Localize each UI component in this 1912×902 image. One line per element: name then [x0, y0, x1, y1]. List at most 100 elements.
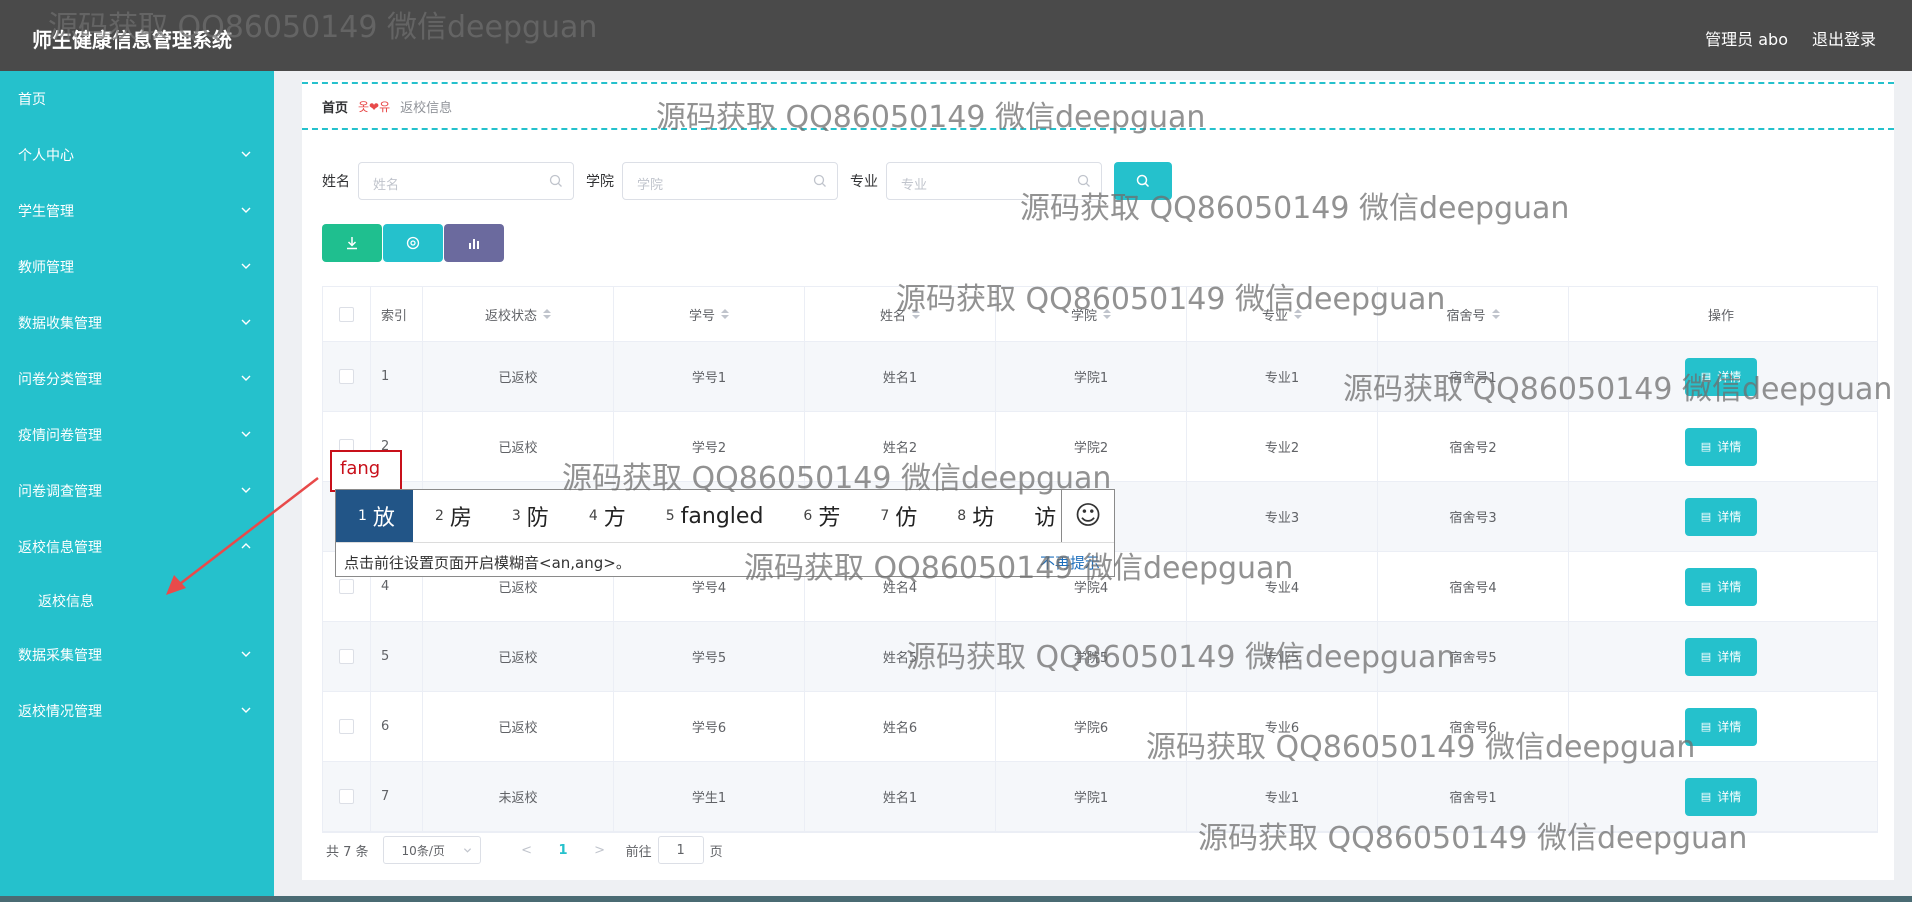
ime-candidate[interactable]: 2房: [413, 490, 490, 542]
header-sid-label: 学号: [688, 308, 715, 324]
page-size-value: 10条/页: [401, 843, 445, 858]
name-placeholder: 姓名: [373, 178, 400, 193]
download-button[interactable]: [322, 224, 382, 262]
sidebar-item-label: 首页: [18, 92, 46, 108]
name-input[interactable]: 姓名: [358, 162, 574, 200]
sort-icon: [1491, 309, 1500, 319]
cell-college: 学院1: [996, 342, 1187, 411]
user-label[interactable]: 管理员 abo: [1705, 26, 1788, 50]
document-icon: ▤: [1700, 650, 1712, 663]
ime-candidate-number: 3: [511, 508, 521, 524]
pagination: 共 7 条 10条/页 < 1 > 前往 1 页: [326, 836, 723, 864]
download-icon: [347, 237, 357, 250]
logout-link[interactable]: 退出登录: [1812, 26, 1876, 50]
search-icon: [813, 174, 826, 187]
ime-candidate-text: 仿: [895, 506, 918, 531]
sidebar-item[interactable]: 数据收集管理: [0, 295, 274, 351]
ime-candidate-text: 放: [372, 506, 395, 531]
cell-name: 姓名6: [805, 692, 996, 761]
header-status[interactable]: 返校状态: [423, 287, 614, 341]
college-label: 学院: [586, 174, 614, 190]
next-page-button[interactable]: >: [588, 843, 612, 858]
sidebar-item-label: 教师管理: [18, 260, 74, 276]
ime-candidate[interactable]: 3防: [490, 490, 567, 542]
sidebar-item[interactable]: 个人中心: [0, 127, 274, 183]
sidebar-item[interactable]: 问卷分类管理: [0, 351, 274, 407]
detail-button[interactable]: ▤ 详情: [1685, 707, 1757, 746]
cell-dorm: 宿舍号4: [1378, 552, 1569, 621]
watermark: 源码获取 QQ86050149 微信deepguan: [48, 10, 598, 45]
cell-sid: 学号6: [614, 692, 805, 761]
cell-operation: ▤ 详情: [1569, 412, 1873, 481]
cell-sid: 学号5: [614, 622, 805, 691]
ime-candidate-text: 方: [603, 506, 626, 531]
sidebar-item[interactable]: 疫情问卷管理: [0, 407, 274, 463]
watermark: 源码获取 QQ86050149 微信deepguan: [1020, 191, 1570, 226]
chevron-down-icon: [241, 263, 251, 269]
cell-operation: ▤ 详情: [1569, 552, 1873, 621]
ime-candidate-number: 1: [358, 508, 367, 524]
row-checkbox[interactable]: [339, 369, 354, 384]
chevron-down-icon: [241, 151, 251, 157]
select-all-checkbox[interactable]: [339, 306, 354, 322]
page-number[interactable]: 1: [559, 843, 568, 858]
sidebar-item[interactable]: 学生管理: [0, 183, 274, 239]
detail-button[interactable]: ▤ 详情: [1685, 567, 1757, 606]
detail-button[interactable]: ▤ 详情: [1685, 427, 1757, 466]
row-checkbox-cell: [323, 342, 371, 411]
ime-candidate-text: 访: [1034, 506, 1057, 531]
ime-candidate[interactable]: 5 fangled: [644, 490, 782, 542]
goto-page-input[interactable]: 1: [657, 836, 704, 864]
sort-icon: [543, 309, 551, 319]
watermark: 源码获取 QQ86050149 微信deepguan: [896, 282, 1446, 317]
ime-candidate[interactable]: 1放: [336, 490, 413, 542]
goto-page-value: 1: [676, 842, 685, 858]
row-checkbox[interactable]: [339, 649, 354, 664]
detail-button[interactable]: ▤ 详情: [1685, 497, 1757, 536]
cell-status: 未返校: [423, 762, 614, 831]
ime-candidate[interactable]: 6芳: [781, 490, 858, 542]
detail-button-label: 详情: [1717, 720, 1742, 734]
header-index: 索引: [371, 287, 423, 341]
page-size-select[interactable]: 10条/页: [382, 836, 481, 864]
emoji-button[interactable]: ☺: [1061, 490, 1114, 542]
ime-candidate-text: 坊: [972, 506, 995, 531]
sidebar-item-label: 个人中心: [18, 148, 74, 164]
cell-sid: 学号1: [614, 342, 805, 411]
ime-composition-text: fang: [340, 458, 381, 479]
sidebar-item[interactable]: 首页: [0, 71, 274, 127]
chevron-down-icon: [241, 207, 251, 213]
watermark: 源码获取 QQ86050149 微信deepguan: [744, 551, 1294, 586]
sidebar-item[interactable]: 返校情况管理: [0, 683, 274, 739]
row-checkbox-cell: [323, 692, 371, 761]
ime-candidate-list: 1 放 2 房 3 防 4 方 5 fangled 6 芳 7 仿 8 坊访: [336, 490, 1114, 543]
sidebar-item[interactable]: 数据采集管理: [0, 627, 274, 683]
print-button[interactable]: [383, 224, 443, 262]
page-unit-label: 页: [709, 844, 723, 860]
chevron-down-icon: [241, 319, 251, 325]
chevron-down-icon: [241, 431, 251, 437]
ime-candidate-text: 防: [526, 506, 549, 531]
sidebar-item-label: 问卷分类管理: [18, 372, 102, 388]
ime-candidate[interactable]: 7仿: [858, 490, 935, 542]
sidebar-item[interactable]: 教师管理: [0, 239, 274, 295]
row-checkbox[interactable]: [339, 789, 354, 804]
breadcrumb-separator: 옷❤유: [358, 99, 391, 114]
prev-page-button[interactable]: <: [515, 843, 539, 858]
college-input[interactable]: 学院: [622, 162, 838, 200]
row-checkbox[interactable]: [339, 579, 354, 594]
detail-button[interactable]: ▤ 详情: [1685, 637, 1757, 676]
cell-dorm: 宿舍号3: [1378, 482, 1569, 551]
chart-button[interactable]: [444, 224, 504, 262]
header-sid[interactable]: 学号: [614, 287, 805, 341]
detail-button[interactable]: ▤ 详情: [1685, 777, 1757, 816]
row-checkbox[interactable]: [339, 719, 354, 734]
ime-candidate[interactable]: 8坊: [935, 490, 1012, 542]
cell-operation: ▤ 详情: [1569, 622, 1873, 691]
breadcrumb-home[interactable]: 首页: [322, 97, 348, 116]
print-icon: [406, 236, 420, 250]
ime-candidate-text: 房: [449, 506, 472, 531]
watermark: 源码获取 QQ86050149 微信deepguan: [1146, 730, 1696, 765]
cell-major: 专业2: [1187, 412, 1378, 481]
ime-candidate[interactable]: 4方: [567, 490, 644, 542]
